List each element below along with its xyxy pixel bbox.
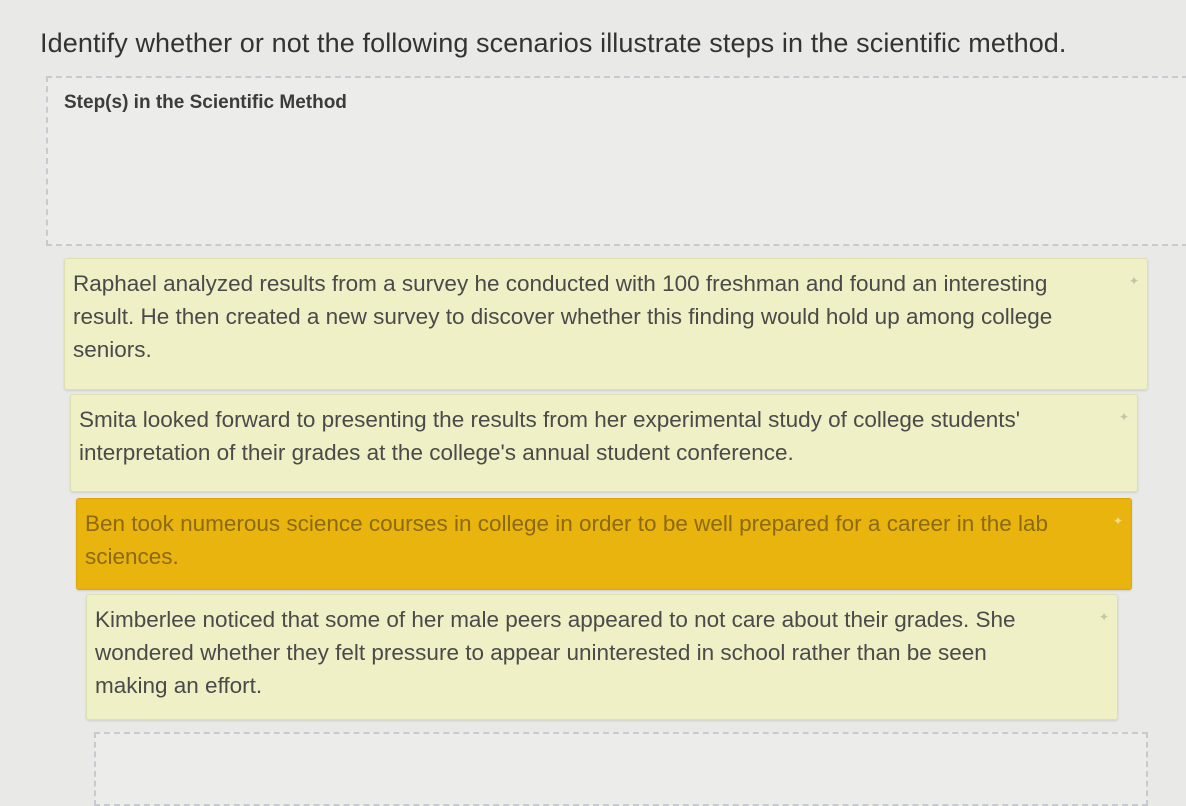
- scenario-card-ben[interactable]: Ben took numerous science courses in col…: [76, 498, 1132, 590]
- scenario-card-text: Ben took numerous science courses in col…: [85, 511, 1049, 569]
- not-scientific-method-drop-zone[interactable]: [94, 732, 1148, 806]
- star-icon: ✦: [1128, 274, 1139, 288]
- star-icon: ✦: [1112, 514, 1123, 528]
- scenario-card-smita[interactable]: Smita looked forward to presenting the r…: [70, 394, 1138, 492]
- scenario-card-kimberlee[interactable]: Kimberlee noticed that some of her male …: [86, 594, 1118, 720]
- scenario-card-text: Smita looked forward to presenting the r…: [79, 407, 1021, 465]
- scenario-card-text: Raphael analyzed results from a survey h…: [73, 271, 1053, 362]
- scenario-card-raphael[interactable]: Raphael analyzed results from a survey h…: [64, 258, 1148, 390]
- question-prompt: Identify whether or not the following sc…: [40, 28, 1067, 58]
- scenario-card-text: Kimberlee noticed that some of her male …: [95, 607, 1016, 698]
- scientific-method-drop-zone[interactable]: Step(s) in the Scientific Method: [46, 76, 1186, 246]
- star-icon: ✦: [1098, 610, 1109, 624]
- star-icon: ✦: [1118, 410, 1129, 424]
- drop-zone-title: Step(s) in the Scientific Method: [64, 92, 347, 113]
